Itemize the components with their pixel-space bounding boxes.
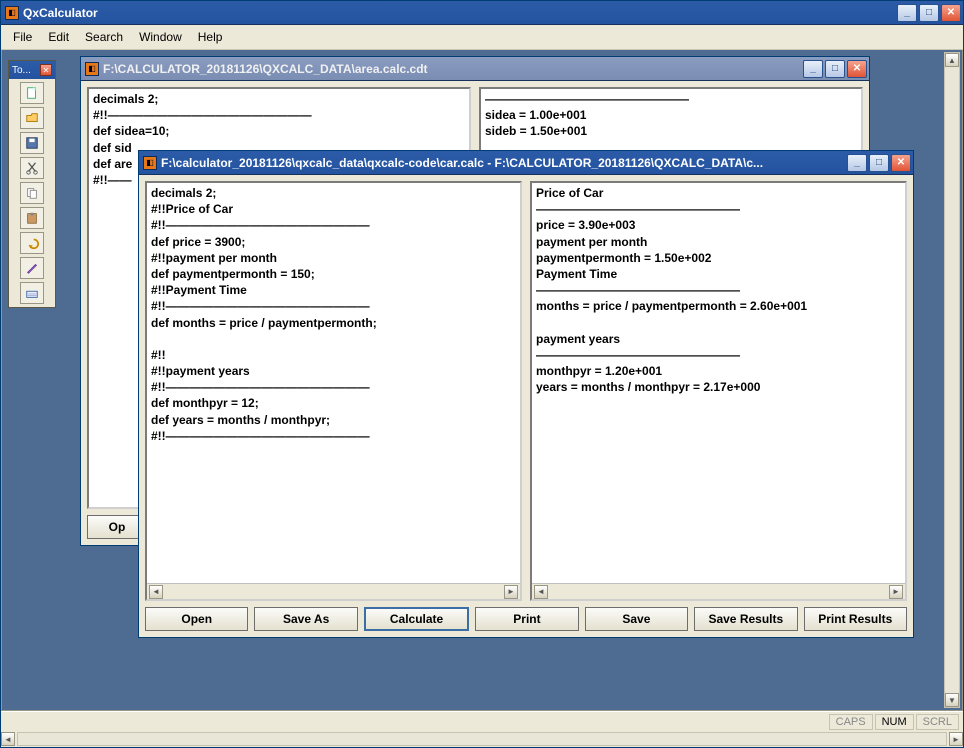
- area-window-title: F:\CALCULATOR_20181126\QXCALC_DATA\area.…: [103, 62, 803, 76]
- doc-icon: ◧: [85, 62, 99, 76]
- scroll-down-icon[interactable]: ▼: [945, 693, 959, 707]
- open-button[interactable]: Open: [145, 607, 248, 631]
- menu-help[interactable]: Help: [192, 28, 229, 46]
- toolbox-window[interactable]: To... ✕: [8, 60, 56, 308]
- menu-search[interactable]: Search: [79, 28, 129, 46]
- scroll-left-icon[interactable]: ◄: [149, 585, 163, 599]
- area-maximize-button[interactable]: □: [825, 60, 845, 78]
- area-close-button[interactable]: ✕: [847, 60, 867, 78]
- status-num: NUM: [875, 714, 914, 730]
- toolbox-title: To...: [12, 65, 31, 76]
- minimize-button[interactable]: _: [897, 4, 917, 22]
- car-close-button[interactable]: ✕: [891, 154, 911, 172]
- save-results-button[interactable]: Save Results: [694, 607, 797, 631]
- child-window-car: ◧ F:\calculator_20181126\qxcalc_data\qxc…: [138, 150, 914, 638]
- car-source-hscroll[interactable]: ◄ ►: [147, 583, 520, 599]
- print-results-button[interactable]: Print Results: [804, 607, 907, 631]
- area-titlebar[interactable]: ◧ F:\CALCULATOR_20181126\QXCALC_DATA\are…: [81, 57, 869, 81]
- menubar: File Edit Search Window Help: [1, 25, 963, 50]
- menu-edit[interactable]: Edit: [42, 28, 75, 46]
- mdi-area: ▲ ▼ To... ✕ ◧: [1, 50, 963, 711]
- area-minimize-button[interactable]: _: [803, 60, 823, 78]
- car-maximize-button[interactable]: □: [869, 154, 889, 172]
- tool-open-icon[interactable]: [20, 107, 44, 129]
- car-result-pane[interactable]: Price of Car ————————————————— price = 3…: [530, 181, 907, 601]
- status-scrl: SCRL: [916, 714, 959, 730]
- car-source-text[interactable]: decimals 2; #!!Price of Car #!!—————————…: [147, 183, 520, 583]
- scroll-left-icon[interactable]: ◄: [1, 732, 15, 746]
- status-caps: CAPS: [829, 714, 873, 730]
- doc-icon: ◧: [143, 156, 157, 170]
- tool-settings-icon[interactable]: [20, 282, 44, 304]
- tool-paste-icon[interactable]: [20, 207, 44, 229]
- print-button[interactable]: Print: [475, 607, 578, 631]
- scroll-up-icon[interactable]: ▲: [945, 53, 959, 67]
- close-button[interactable]: ✕: [941, 4, 961, 22]
- scroll-right-icon[interactable]: ►: [889, 585, 903, 599]
- tool-brush-icon[interactable]: [20, 257, 44, 279]
- car-result-hscroll[interactable]: ◄ ►: [532, 583, 905, 599]
- car-window-title: F:\calculator_20181126\qxcalc_data\qxcal…: [161, 156, 847, 170]
- calculate-button[interactable]: Calculate: [364, 607, 469, 631]
- scroll-right-icon[interactable]: ►: [949, 732, 963, 746]
- main-hscrollbar[interactable]: ◄ ►: [1, 731, 963, 747]
- app-title: QxCalculator: [23, 6, 897, 20]
- maximize-button[interactable]: □: [919, 4, 939, 22]
- main-titlebar[interactable]: ◧ QxCalculator _ □ ✕: [1, 1, 963, 25]
- tool-copy-icon[interactable]: [20, 182, 44, 204]
- tool-undo-icon[interactable]: [20, 232, 44, 254]
- tool-cut-icon[interactable]: [20, 157, 44, 179]
- car-result-text: Price of Car ————————————————— price = 3…: [532, 183, 905, 583]
- save-as-button[interactable]: Save As: [254, 607, 357, 631]
- scroll-right-icon[interactable]: ►: [504, 585, 518, 599]
- mdi-vscrollbar[interactable]: ▲ ▼: [944, 52, 960, 708]
- menu-file[interactable]: File: [7, 28, 38, 46]
- tool-save-icon[interactable]: [20, 132, 44, 154]
- menu-window[interactable]: Window: [133, 28, 188, 46]
- scroll-left-icon[interactable]: ◄: [534, 585, 548, 599]
- main-window: ◧ QxCalculator _ □ ✕ File Edit Search Wi…: [0, 0, 964, 748]
- car-minimize-button[interactable]: _: [847, 154, 867, 172]
- statusbar: CAPS NUM SCRL: [1, 711, 963, 731]
- car-titlebar[interactable]: ◧ F:\calculator_20181126\qxcalc_data\qxc…: [139, 151, 913, 175]
- car-source-pane[interactable]: decimals 2; #!!Price of Car #!!—————————…: [145, 181, 522, 601]
- tool-new-icon[interactable]: [20, 82, 44, 104]
- toolbox-close-icon[interactable]: ✕: [40, 64, 52, 76]
- app-icon: ◧: [5, 6, 19, 20]
- scroll-track[interactable]: [17, 732, 947, 746]
- save-button[interactable]: Save: [585, 607, 688, 631]
